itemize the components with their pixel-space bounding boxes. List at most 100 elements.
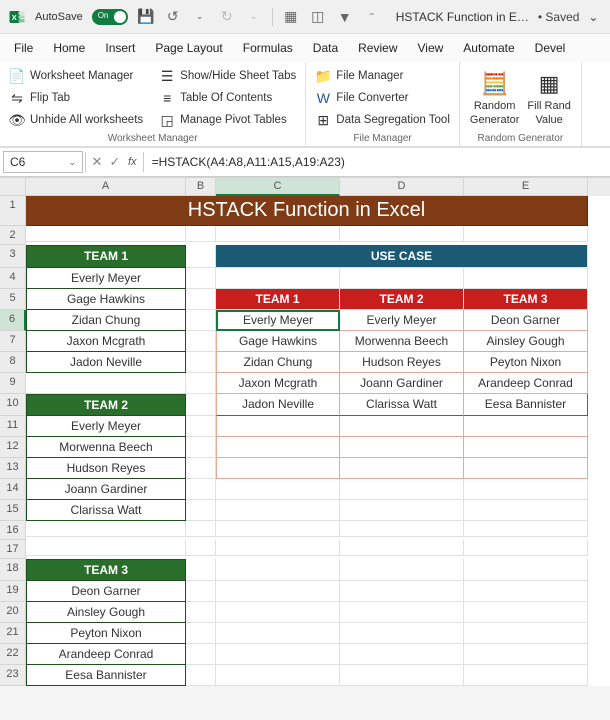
team3-member[interactable]: Deon Garner	[26, 581, 186, 602]
team1-member[interactable]: Jadon Neville	[26, 352, 186, 373]
cell[interactable]	[216, 416, 340, 437]
select-all-corner[interactable]	[0, 178, 26, 196]
file-manager-button[interactable]: 📁File Manager	[312, 66, 453, 86]
out-head-c[interactable]: TEAM 1	[216, 289, 340, 310]
tab-home[interactable]: Home	[45, 37, 93, 59]
fx-icon[interactable]: fx	[124, 156, 141, 168]
team1-member[interactable]: Zidan Chung	[26, 310, 186, 331]
row-header[interactable]: 3	[0, 245, 26, 268]
save-icon[interactable]: 💾	[137, 8, 155, 26]
row-header[interactable]: 21	[0, 623, 26, 644]
row-header[interactable]: 17	[0, 540, 26, 559]
flip-tab-button[interactable]: ⇋Flip Tab	[6, 88, 146, 108]
tab-data[interactable]: Data	[305, 37, 346, 59]
tab-file[interactable]: File	[6, 37, 41, 59]
col-header-b[interactable]: B	[186, 178, 216, 196]
tab-view[interactable]: View	[410, 37, 452, 59]
team3-member[interactable]: Eesa Bannister	[26, 665, 186, 686]
table-of-contents-button[interactable]: ≡Table Of Contents	[156, 88, 299, 108]
spill-cell[interactable]: Clarissa Watt	[340, 394, 464, 416]
grid-icon[interactable]: ▦	[282, 8, 300, 26]
file-converter-button[interactable]: WFile Converter	[312, 88, 453, 108]
spill-cell[interactable]: Gage Hawkins	[216, 331, 340, 352]
row-header[interactable]: 7	[0, 331, 26, 352]
team2-member[interactable]: Clarissa Watt	[26, 500, 186, 521]
row-header[interactable]: 20	[0, 602, 26, 623]
row-header[interactable]: 23	[0, 665, 26, 686]
row-header[interactable]: 5	[0, 289, 26, 310]
team2-member[interactable]: Hudson Reyes	[26, 458, 186, 479]
row-header[interactable]: 12	[0, 437, 26, 458]
row-header[interactable]: 22	[0, 644, 26, 665]
spill-cell[interactable]: Ainsley Gough	[464, 331, 588, 352]
row-header[interactable]: 11	[0, 416, 26, 437]
row-header[interactable]: 9	[0, 373, 26, 394]
col-header-d[interactable]: D	[340, 178, 464, 196]
formula-input[interactable]	[146, 155, 607, 169]
row-header[interactable]: 18	[0, 559, 26, 581]
row-header[interactable]: 10	[0, 394, 26, 416]
data-segregation-button[interactable]: ⊞Data Segregation Tool	[312, 110, 453, 130]
spill-cell[interactable]: Peyton Nixon	[464, 352, 588, 373]
row-header[interactable]: 14	[0, 479, 26, 500]
filter-icon[interactable]: ▼	[336, 8, 354, 26]
qat-overflow-icon[interactable]: ⁼	[363, 8, 381, 26]
team3-member[interactable]: Arandeep Conrad	[26, 644, 186, 665]
spill-cell[interactable]: Joann Gardiner	[340, 373, 464, 394]
team2-member[interactable]: Everly Meyer	[26, 416, 186, 437]
row-header[interactable]: 2	[0, 226, 26, 245]
row-header[interactable]: 15	[0, 500, 26, 521]
row-header[interactable]: 6	[0, 310, 26, 331]
tab-review[interactable]: Review	[350, 37, 405, 59]
out-head-e[interactable]: TEAM 3	[464, 289, 588, 310]
row-header[interactable]: 8	[0, 352, 26, 373]
tab-developer[interactable]: Devel	[527, 37, 574, 59]
spill-cell[interactable]: Everly Meyer	[340, 310, 464, 331]
spill-cell[interactable]: Deon Garner	[464, 310, 588, 331]
row-header[interactable]: 16	[0, 521, 26, 540]
spill-cell[interactable]: Arandeep Conrad	[464, 373, 588, 394]
team2-header[interactable]: TEAM 2	[26, 394, 186, 416]
saved-caret[interactable]: ⌄	[588, 10, 598, 24]
unhide-worksheets-button[interactable]: 👁Unhide All worksheets	[6, 110, 146, 130]
confirm-icon[interactable]: ✓	[106, 154, 124, 170]
spill-cell[interactable]: Jaxon Mcgrath	[216, 373, 340, 394]
team3-member[interactable]: Ainsley Gough	[26, 602, 186, 623]
name-box[interactable]: C6 ⌄	[3, 151, 83, 173]
show-hide-tabs-button[interactable]: ☰Show/Hide Sheet Tabs	[156, 66, 299, 86]
team2-member[interactable]: Morwenna Beech	[26, 437, 186, 458]
team1-member[interactable]: Everly Meyer	[26, 268, 186, 289]
cell[interactable]	[26, 226, 186, 242]
spill-cell[interactable]: Zidan Chung	[216, 352, 340, 373]
undo-icon[interactable]: ↺	[164, 8, 182, 26]
spill-cell[interactable]: Jadon Neville	[216, 394, 340, 416]
active-cell[interactable]: Everly Meyer	[216, 310, 340, 331]
col-header-c[interactable]: C	[216, 178, 340, 196]
row-header[interactable]: 19	[0, 581, 26, 602]
tab-automate[interactable]: Automate	[455, 37, 522, 59]
cancel-icon[interactable]: ✕	[88, 154, 106, 170]
tab-formulas[interactable]: Formulas	[235, 37, 301, 59]
worksheet-manager-button[interactable]: 📄Worksheet Manager	[6, 66, 146, 86]
team1-header[interactable]: TEAM 1	[26, 245, 186, 268]
usecase-header[interactable]: USE CASE	[216, 245, 588, 268]
redo-icon[interactable]: ↻	[218, 8, 236, 26]
spill-cell[interactable]: Hudson Reyes	[340, 352, 464, 373]
worksheet[interactable]: A B C D E 1 HSTACK Function in Excel 2 3…	[0, 177, 610, 686]
col-header-e[interactable]: E	[464, 178, 588, 196]
spill-cell[interactable]: Morwenna Beech	[340, 331, 464, 352]
row-header[interactable]: 1	[0, 196, 26, 226]
team1-member[interactable]: Jaxon Mcgrath	[26, 331, 186, 352]
col-header-a[interactable]: A	[26, 178, 186, 196]
team1-member[interactable]: Gage Hawkins	[26, 289, 186, 310]
manage-pivot-button[interactable]: ◲Manage Pivot Tables	[156, 110, 299, 130]
out-head-d[interactable]: TEAM 2	[340, 289, 464, 310]
undo-more-icon[interactable]: ⌄	[191, 8, 209, 26]
team3-header[interactable]: TEAM 3	[26, 559, 186, 581]
tab-page-layout[interactable]: Page Layout	[147, 37, 230, 59]
team3-member[interactable]: Peyton Nixon	[26, 623, 186, 644]
redo-more-icon[interactable]: ⌄	[245, 8, 263, 26]
autosave-toggle[interactable]: On	[92, 9, 128, 25]
spill-cell[interactable]: Eesa Bannister	[464, 394, 588, 416]
tab-insert[interactable]: Insert	[97, 37, 143, 59]
